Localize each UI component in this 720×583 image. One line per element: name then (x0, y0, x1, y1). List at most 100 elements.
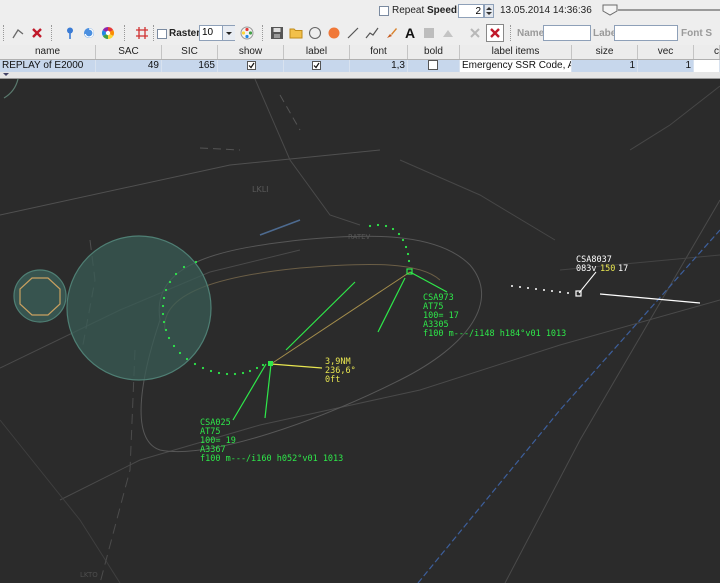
layer-button[interactable] (439, 24, 457, 42)
speed-spinner[interactable]: 2 (458, 4, 484, 18)
polyline-tool-button[interactable] (363, 24, 381, 42)
show-checkbox[interactable] (247, 61, 256, 70)
refresh-icon (84, 28, 94, 38)
cell-size: 1 (572, 60, 638, 72)
cell-vec: 1 (638, 60, 694, 72)
csa8037-wake: 17 (618, 264, 628, 274)
color-wheel-icon (101, 26, 115, 39)
save-icon (271, 27, 283, 39)
fill-button[interactable] (420, 24, 438, 42)
toolbar-separator (124, 25, 127, 41)
panel-collapse-strip[interactable] (0, 72, 720, 79)
table-row[interactable]: REPLAY of E2000 49 165 1,3 Emergency SSR… (0, 60, 720, 72)
cell-name: REPLAY of E2000 (0, 60, 96, 72)
color-wheel-button[interactable] (99, 24, 117, 42)
grid-icon (136, 27, 148, 39)
close-icon (470, 28, 480, 38)
column-header-label-items[interactable]: label items (460, 45, 572, 59)
column-header-label[interactable]: label (284, 45, 350, 59)
cell-show (218, 60, 284, 72)
toolbar-separator (262, 25, 265, 41)
csa8037-cleared-level: 150 (600, 264, 615, 274)
line-icon (347, 27, 359, 39)
cell-bold (408, 60, 460, 72)
column-header-c[interactable]: c (694, 45, 720, 59)
cell-c (694, 60, 720, 72)
filled-circle-button[interactable] (325, 24, 343, 42)
main-toolbar: Raster 10 A Name Label Font S (0, 22, 720, 46)
cell-sic: 165 (162, 60, 218, 72)
cell-label-items[interactable]: Emergency SSR Code, ACA... (460, 60, 572, 72)
measure-level: 0ft (325, 375, 340, 385)
text-tool-button[interactable]: A (401, 24, 419, 42)
close-icon (490, 28, 500, 38)
text-tool-label: A (404, 25, 416, 41)
radar-display[interactable]: LKLI RATEV LKTO CSA973 AT75 100= 17 A330… (0, 79, 720, 583)
waypoint-label-ratev: RATEV (348, 233, 371, 241)
table-header: name SAC SIC show label font bold label … (0, 45, 720, 60)
close-icon (32, 28, 42, 38)
name-input[interactable] (543, 25, 591, 41)
raster-label: Raster (169, 28, 201, 39)
clear-button[interactable] (466, 24, 484, 42)
circle-tool-button[interactable] (306, 24, 324, 42)
cell-font: 1,3 (350, 60, 408, 72)
repeat-checkbox[interactable] (379, 6, 389, 16)
datetime-display: 13.05.2014 14:36:36 (500, 5, 592, 16)
cell-sac: 49 (96, 60, 162, 72)
column-header-bold[interactable]: bold (408, 45, 460, 59)
pin-icon (67, 27, 73, 39)
column-header-sac[interactable]: SAC (96, 45, 162, 59)
raster-dropdown-button[interactable] (222, 26, 235, 40)
csa025-line-4: f100 m---/i160 h052°v01 1013 (200, 454, 343, 464)
collapse-arrow-icon (3, 73, 9, 76)
column-header-name[interactable]: name (0, 45, 96, 59)
column-header-font[interactable]: font (350, 45, 408, 59)
filled-circle-icon (328, 27, 340, 39)
repeat-label: Repeat (392, 5, 425, 16)
layer-icon (443, 30, 453, 37)
folder-icon (289, 28, 303, 39)
column-header-show[interactable]: show (218, 45, 284, 59)
time-slider-thumb[interactable] (602, 4, 618, 16)
open-folder-button[interactable] (287, 24, 305, 42)
csa973-line-4: f100 m---/i148 h184°v01 1013 (423, 329, 566, 339)
speed-value: 2 (475, 6, 481, 17)
line-tool-button[interactable] (344, 24, 362, 42)
bold-checkbox[interactable] (428, 60, 438, 70)
speed-label: Speed: (427, 5, 461, 16)
circle-outline-icon (308, 26, 322, 40)
raster-checkbox[interactable] (157, 29, 167, 39)
save-button[interactable] (268, 24, 286, 42)
column-header-sic[interactable]: SIC (162, 45, 218, 59)
polyline-icon (365, 27, 379, 39)
speed-spinner-arrows[interactable] (484, 4, 494, 18)
waypoint-label-lkli: LKLI (252, 185, 269, 194)
label-input[interactable] (614, 25, 678, 41)
grid-button[interactable] (133, 24, 151, 42)
square-icon (424, 28, 434, 38)
palette-icon (240, 26, 254, 40)
slider-thumb-icon (602, 4, 618, 16)
toolbar-separator (51, 25, 54, 41)
refresh-button[interactable] (80, 24, 98, 42)
route-tool-button[interactable] (9, 24, 27, 42)
raster-value: 10 (202, 27, 214, 38)
waypoint-label-lkto: LKTO (80, 571, 98, 579)
track-target-csa025[interactable] (268, 361, 273, 366)
font-size-label: Font S (681, 28, 713, 39)
delete-all-button[interactable] (486, 24, 504, 42)
name-label: Name (517, 28, 545, 39)
top-bar: Repeat Speed: 2 13.05.2014 14:36:36 (0, 0, 720, 23)
time-slider-track[interactable] (618, 9, 720, 11)
label-checkbox[interactable] (312, 61, 321, 70)
brush-button[interactable] (382, 24, 400, 42)
csa8037-speed: 083v (576, 264, 596, 274)
delete-route-button[interactable] (28, 24, 46, 42)
chevron-down-icon (226, 32, 232, 35)
pin-button[interactable] (61, 24, 79, 42)
palette-button[interactable] (238, 24, 256, 42)
column-header-vec[interactable]: vec (638, 45, 694, 59)
toolbar-separator (510, 25, 513, 41)
column-header-size[interactable]: size (572, 45, 638, 59)
